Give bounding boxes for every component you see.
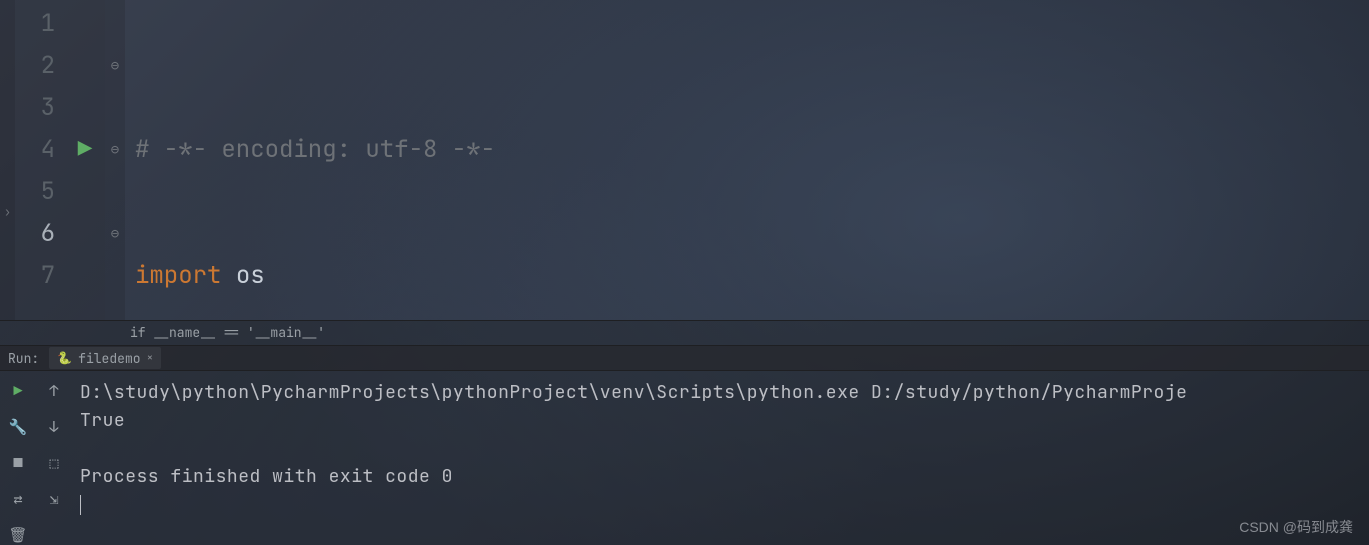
- run-gutter: ▶: [65, 0, 105, 320]
- run-line-icon[interactable]: ▶: [65, 129, 105, 171]
- misc-icon[interactable]: ⇲: [49, 489, 58, 509]
- output-line: Process finished with exit code 0: [80, 465, 453, 488]
- stop-icon[interactable]: ■: [13, 453, 22, 473]
- code-editor[interactable]: › 1 2 3 4 5 6 7 ▶ ⊖ ⊖ ⊖ # -*-: [0, 0, 1369, 321]
- watermark: CSDN @码到成龚: [1239, 517, 1353, 537]
- line-number: 6: [15, 213, 55, 255]
- line-number: 7: [15, 255, 55, 297]
- run-label: Run:: [8, 350, 39, 367]
- up-icon[interactable]: ↑: [49, 381, 58, 401]
- output-line: D:\study\python\PycharmProjects\pythonPr…: [80, 381, 1187, 404]
- line-number: 1: [15, 3, 55, 45]
- code-line: import os: [135, 255, 1369, 297]
- python-icon: 🐍: [57, 350, 72, 366]
- expand-gutter-icon[interactable]: ›: [4, 204, 11, 220]
- fold-icon[interactable]: ⊖: [105, 45, 125, 87]
- rerun-icon[interactable]: ▶: [13, 381, 22, 401]
- close-icon[interactable]: ×: [147, 351, 154, 365]
- comment-text: # -*- encoding: utf-8 -*-: [135, 134, 495, 165]
- run-tab-name: filedemo: [78, 350, 140, 367]
- code-line: # -*- encoding: utf-8 -*-: [135, 129, 1369, 171]
- line-number: 2: [15, 45, 55, 87]
- down-icon[interactable]: ↓: [49, 417, 58, 437]
- code-text-area[interactable]: # -*- encoding: utf-8 -*- import os impo…: [125, 0, 1369, 320]
- fold-gutter: ⊖ ⊖ ⊖: [105, 0, 125, 320]
- fold-icon[interactable]: ⊖: [105, 129, 125, 171]
- trash-icon[interactable]: 🗑: [8, 525, 27, 545]
- restart-icon[interactable]: ⇄: [13, 489, 22, 509]
- console-output[interactable]: D:\study\python\PycharmProjects\pythonPr…: [72, 371, 1369, 545]
- keyword: import: [135, 260, 221, 291]
- down-icon[interactable]: ⬚: [49, 453, 58, 473]
- line-number: 3: [15, 87, 55, 129]
- run-tab[interactable]: 🐍 filedemo ×: [49, 347, 161, 369]
- run-console: ▶ 🔧 ■ ⇄ 🗑 ↑ ↓ ⬚ ⇲ D:\study\python\Pychar…: [0, 371, 1369, 545]
- breadcrumb-text: if __name__ == '__main__': [130, 324, 325, 341]
- line-number: 5: [15, 171, 55, 213]
- console-nav-gutter: ↑ ↓ ⬚ ⇲: [36, 371, 72, 545]
- breadcrumb[interactable]: if __name__ == '__main__': [0, 321, 1369, 345]
- caret: [80, 495, 81, 515]
- run-toolwindow-header: Run: 🐍 filedemo ×: [0, 345, 1369, 371]
- line-number-gutter: 1 2 3 4 5 6 7: [15, 0, 65, 320]
- fold-end-icon[interactable]: ⊖: [105, 213, 125, 255]
- line-number: 4: [15, 129, 55, 171]
- output-line: True: [80, 409, 125, 432]
- module-name: os: [236, 260, 265, 291]
- console-action-gutter: ▶ 🔧 ■ ⇄ 🗑: [0, 371, 36, 545]
- left-edge-gutter: ›: [0, 0, 15, 320]
- wrench-icon[interactable]: 🔧: [9, 417, 28, 437]
